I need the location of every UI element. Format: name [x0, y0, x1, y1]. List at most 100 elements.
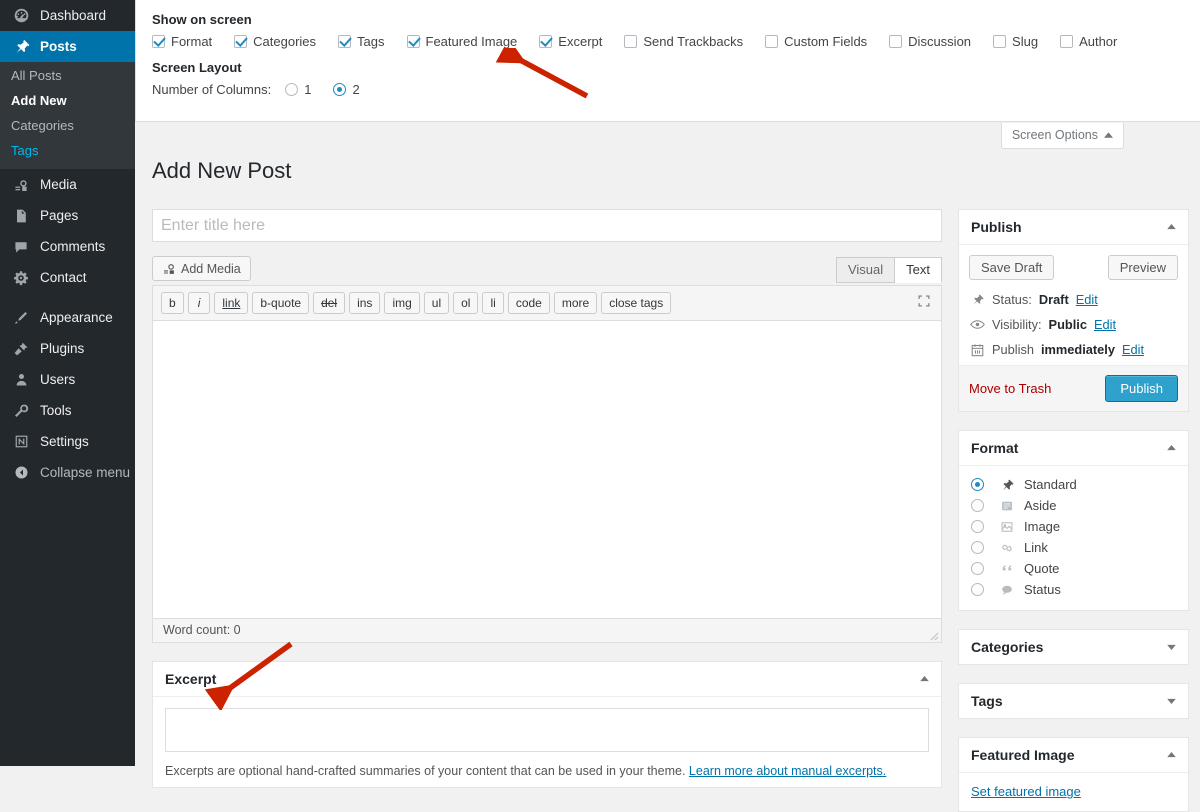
radio-icon[interactable]: [971, 478, 984, 491]
post-content-textarea[interactable]: [153, 321, 941, 618]
checkbox-label: Custom Fields: [784, 34, 867, 49]
checkbox-tags[interactable]: Tags: [338, 34, 384, 49]
chevron-up-icon[interactable]: [1167, 445, 1176, 451]
sidebar-item-label: Plugins: [40, 341, 84, 356]
format-option-status[interactable]: Status: [971, 579, 1176, 600]
qt-button-ul[interactable]: ul: [424, 292, 449, 314]
format-option-image[interactable]: Image: [971, 516, 1176, 537]
sidebar-item-comments[interactable]: Comments: [0, 231, 135, 262]
status-edit-link[interactable]: Edit: [1076, 292, 1098, 307]
qt-button-li[interactable]: li: [482, 292, 503, 314]
visibility-edit-link[interactable]: Edit: [1094, 317, 1116, 332]
sidebar-item-settings[interactable]: Settings: [0, 426, 135, 457]
checkbox-icon[interactable]: [993, 35, 1006, 48]
radio-icon[interactable]: [285, 83, 298, 96]
sidebar-item-media[interactable]: Media: [0, 169, 135, 200]
checkbox-icon[interactable]: [624, 35, 637, 48]
radio-icon[interactable]: [971, 541, 984, 554]
checkbox-icon[interactable]: [539, 35, 552, 48]
featured-image-metabox-header[interactable]: Featured Image: [959, 738, 1188, 773]
tab-text[interactable]: Text: [895, 257, 942, 283]
checkbox-featured-image[interactable]: Featured Image: [407, 34, 518, 49]
chevron-down-icon[interactable]: [1167, 644, 1176, 650]
checkbox-custom-fields[interactable]: Custom Fields: [765, 34, 867, 49]
chevron-up-icon[interactable]: [920, 676, 929, 682]
checkbox-categories[interactable]: Categories: [234, 34, 316, 49]
checkbox-slug[interactable]: Slug: [993, 34, 1038, 49]
radio-columns-2[interactable]: 2: [333, 82, 359, 97]
checkbox-icon[interactable]: [1060, 35, 1073, 48]
sidebar-item-contact[interactable]: Contact: [0, 262, 135, 293]
publish-metabox-header[interactable]: Publish: [959, 210, 1188, 245]
chevron-up-icon[interactable]: [1167, 752, 1176, 758]
categories-metabox-header[interactable]: Categories: [959, 630, 1188, 664]
sidebar-item-plugins[interactable]: Plugins: [0, 333, 135, 364]
checkbox-icon[interactable]: [234, 35, 247, 48]
format-option-aside[interactable]: Aside: [971, 495, 1176, 516]
format-metabox-header[interactable]: Format: [959, 431, 1188, 466]
checkbox-send-trackbacks[interactable]: Send Trackbacks: [624, 34, 743, 49]
radio-icon[interactable]: [333, 83, 346, 96]
preview-button[interactable]: Preview: [1108, 255, 1178, 280]
excerpt-textarea[interactable]: [165, 708, 929, 752]
sidebar-item-collapse-menu[interactable]: Collapse menu: [0, 457, 135, 488]
set-featured-image-link[interactable]: Set featured image: [971, 784, 1081, 799]
sidebar-item-label: Media: [40, 177, 77, 192]
post-title-input[interactable]: [152, 209, 942, 242]
qt-button-del[interactable]: del: [313, 292, 345, 314]
sidebar-item-dashboard[interactable]: Dashboard: [0, 0, 135, 31]
qt-button-b[interactable]: b: [161, 292, 184, 314]
screen-options-tab[interactable]: Screen Options: [1001, 123, 1124, 149]
qt-button-more[interactable]: more: [554, 292, 597, 314]
format-option-standard[interactable]: Standard: [971, 474, 1176, 495]
checkbox-icon[interactable]: [338, 35, 351, 48]
tab-visual[interactable]: Visual: [836, 257, 895, 283]
resize-handle-icon[interactable]: [927, 629, 939, 641]
qt-button-link[interactable]: link: [214, 292, 248, 314]
format-option-quote[interactable]: Quote: [971, 558, 1176, 579]
radio-icon[interactable]: [971, 499, 984, 512]
schedule-edit-link[interactable]: Edit: [1122, 342, 1144, 357]
sidebar-subitem-tags[interactable]: Tags: [0, 138, 135, 163]
checkbox-label: Slug: [1012, 34, 1038, 49]
qt-button-close-tags[interactable]: close tags: [601, 292, 671, 314]
save-draft-button[interactable]: Save Draft: [969, 255, 1054, 280]
qt-button-ins[interactable]: ins: [349, 292, 380, 314]
sidebar-item-pages[interactable]: Pages: [0, 200, 135, 231]
chevron-up-icon[interactable]: [1167, 224, 1176, 230]
excerpt-metabox-header[interactable]: Excerpt: [153, 662, 941, 697]
sidebar-item-tools[interactable]: Tools: [0, 395, 135, 426]
visibility-label: Visibility:: [992, 317, 1042, 332]
fullscreen-icon[interactable]: [917, 294, 931, 308]
checkbox-author[interactable]: Author: [1060, 34, 1117, 49]
sidebar-item-posts[interactable]: Posts: [0, 31, 135, 62]
checkbox-icon[interactable]: [152, 35, 165, 48]
qt-button-ol[interactable]: ol: [453, 292, 478, 314]
radio-icon[interactable]: [971, 583, 984, 596]
checkbox-icon[interactable]: [407, 35, 420, 48]
checkbox-icon[interactable]: [765, 35, 778, 48]
publish-button[interactable]: Publish: [1105, 375, 1178, 402]
checkbox-discussion[interactable]: Discussion: [889, 34, 971, 49]
manual-excerpts-link[interactable]: Learn more about manual excerpts.: [689, 764, 886, 778]
checkbox-icon[interactable]: [889, 35, 902, 48]
sidebar-subitem-add-new[interactable]: Add New: [0, 88, 135, 113]
tags-metabox-header[interactable]: Tags: [959, 684, 1188, 718]
qt-button-img[interactable]: img: [384, 292, 419, 314]
checkbox-excerpt[interactable]: Excerpt: [539, 34, 602, 49]
move-to-trash-link[interactable]: Move to Trash: [969, 381, 1051, 396]
format-option-link[interactable]: Link: [971, 537, 1176, 558]
sidebar-item-users[interactable]: Users: [0, 364, 135, 395]
add-media-button[interactable]: Add Media: [152, 256, 251, 281]
qt-button-code[interactable]: code: [508, 292, 550, 314]
sidebar-item-appearance[interactable]: Appearance: [0, 302, 135, 333]
radio-columns-1[interactable]: 1: [285, 82, 311, 97]
radio-icon[interactable]: [971, 520, 984, 533]
qt-button-i[interactable]: i: [188, 292, 211, 314]
sidebar-subitem-categories[interactable]: Categories: [0, 113, 135, 138]
checkbox-format[interactable]: Format: [152, 34, 212, 49]
radio-icon[interactable]: [971, 562, 984, 575]
chevron-down-icon[interactable]: [1167, 698, 1176, 704]
qt-button-b-quote[interactable]: b-quote: [252, 292, 309, 314]
sidebar-subitem-all-posts[interactable]: All Posts: [0, 63, 135, 88]
